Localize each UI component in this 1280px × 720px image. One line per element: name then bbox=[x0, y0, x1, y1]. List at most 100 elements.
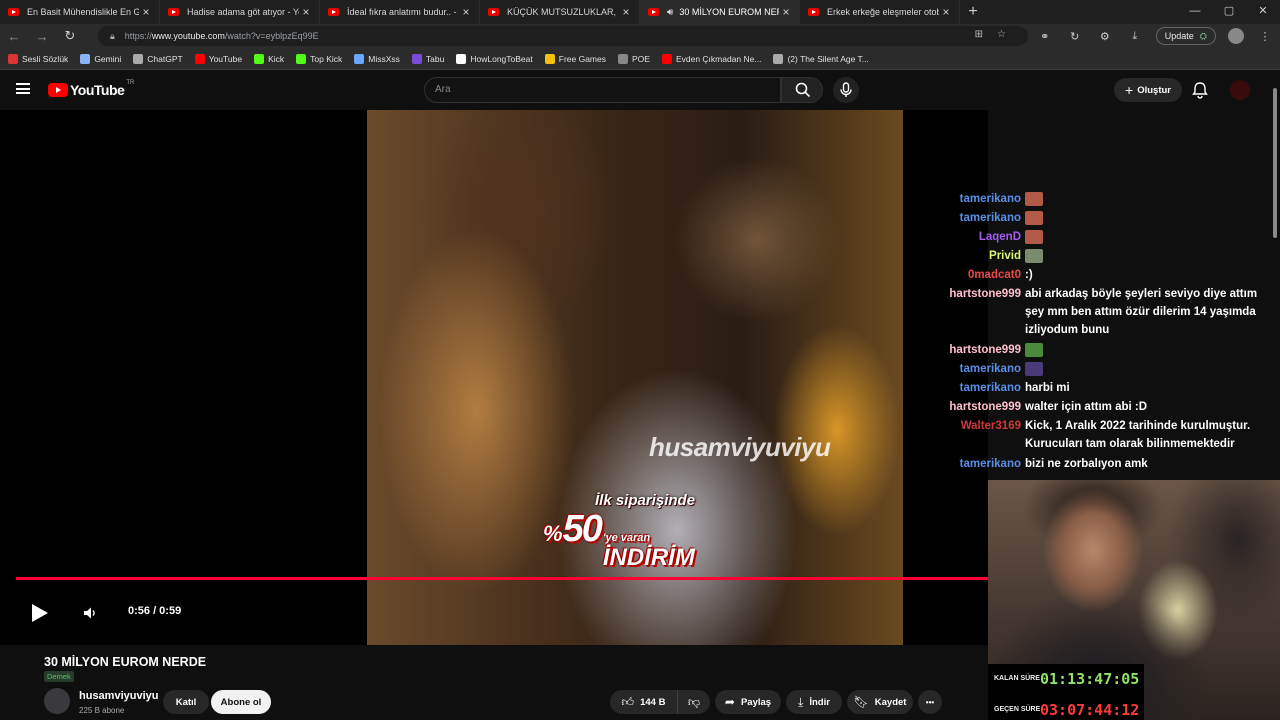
create-label: Oluştur bbox=[1137, 84, 1171, 96]
youtube-favicon-icon bbox=[808, 8, 819, 16]
bookmark-label: POE bbox=[632, 53, 650, 64]
notifications-bell-icon[interactable] bbox=[1190, 80, 1210, 100]
bookmark-label: ChatGPT bbox=[147, 53, 183, 64]
minimize-button[interactable]: — bbox=[1178, 0, 1212, 24]
youtube-favicon-icon bbox=[648, 8, 659, 16]
bookmark-label: Gemini bbox=[94, 53, 122, 64]
browser-tab[interactable]: En Basit Mühendislikle En Güvenli× bbox=[0, 0, 160, 24]
bookmark-item[interactable]: Gemini bbox=[80, 53, 122, 64]
share-button[interactable]: ➦ Paylaş bbox=[715, 690, 781, 714]
stream-timer: KALAN SÜRE 01:13:47:05 GEÇEN SÜRE 03:07:… bbox=[988, 664, 1144, 720]
volume-icon[interactable] bbox=[82, 605, 98, 621]
browser-tab[interactable]: 🔊︎ 30 MİLYON EUROM NERDE× bbox=[640, 0, 800, 24]
download-button[interactable]: ⤓ İndir bbox=[786, 690, 842, 714]
channel-name[interactable]: husamviyuviyu bbox=[79, 690, 158, 702]
pc-icon: ⛭ bbox=[1199, 30, 1207, 41]
browser-toolbar: ← → ↻ 🔒︎ https://www.youtube.com/watch?v… bbox=[0, 24, 1280, 48]
more-actions-button[interactable]: ••• bbox=[918, 690, 942, 714]
glasses-icon[interactable]: ⚭ bbox=[1030, 30, 1060, 43]
reload-icon[interactable]: ↻ bbox=[56, 28, 84, 44]
promo-suffix-small: 'ye varan bbox=[602, 532, 651, 544]
video-tag[interactable]: Demek bbox=[44, 671, 74, 682]
star-icon[interactable]: ☆ bbox=[997, 29, 1020, 40]
search-input[interactable]: Ara bbox=[424, 77, 781, 103]
account-avatar[interactable] bbox=[1230, 80, 1250, 100]
bookmark-label: (2) The Silent Age T... bbox=[787, 53, 869, 64]
back-icon[interactable]: ← bbox=[0, 29, 28, 44]
browser-tab[interactable]: İdeal fıkra anlatımı budur.. - YouTube× bbox=[320, 0, 480, 24]
create-button[interactable]: + Oluştur bbox=[1114, 78, 1182, 102]
video-player[interactable]: husamviyuviyu İlk siparişinde % 50 'ye v… bbox=[0, 110, 988, 645]
bookmark-item[interactable]: MissXss bbox=[354, 53, 400, 64]
browser-tab[interactable]: KÜÇÜK MUTSUZLUKLAR, ÇALMA× bbox=[480, 0, 640, 24]
close-tab-icon[interactable]: × bbox=[779, 5, 793, 19]
chat-username: hartstone999 bbox=[949, 401, 1021, 413]
profile-avatar[interactable] bbox=[1228, 28, 1244, 44]
bookmark-item[interactable]: Top Kick bbox=[296, 53, 342, 64]
browser-tab[interactable]: Hadise adama göt atıyor - YouTube× bbox=[160, 0, 320, 24]
like-button[interactable]: 👍︎ 144 B bbox=[610, 690, 678, 714]
extensions-icon[interactable]: ⚙ bbox=[1090, 30, 1120, 43]
elapsed-label: GEÇEN SÜRE bbox=[994, 706, 1041, 713]
bookmark-item[interactable]: Evden Çıkmadan Ne... bbox=[661, 53, 761, 64]
update-button[interactable]: Update ⛭ bbox=[1155, 27, 1216, 45]
chat-username: LaqenD bbox=[978, 231, 1021, 243]
browser-tab[interactable]: Erkek erkeğe eleşmeler otobüste× bbox=[800, 0, 960, 24]
bookmark-favicon-icon bbox=[618, 53, 628, 64]
tab-title: En Basit Mühendislikle En Güvenli bbox=[27, 7, 139, 17]
plus-icon: + bbox=[1125, 82, 1134, 98]
play-button[interactable] bbox=[32, 604, 48, 622]
thumbs-down-icon: 👎︎ bbox=[687, 694, 701, 709]
chat-username: tamerikano bbox=[959, 212, 1021, 224]
close-tab-icon[interactable]: × bbox=[299, 5, 313, 19]
bookmark-item[interactable]: Tabu bbox=[411, 53, 444, 64]
close-tab-icon[interactable]: × bbox=[139, 5, 153, 19]
bookmark-item[interactable]: HowLongToBeat bbox=[456, 53, 533, 64]
hamburger-menu-icon[interactable] bbox=[16, 83, 30, 94]
subscribe-button[interactable]: Abone ol bbox=[211, 690, 271, 714]
close-tab-icon[interactable]: × bbox=[939, 5, 953, 19]
app-icon[interactable]: ⊞ bbox=[975, 29, 997, 40]
bookmark-label: Sesli Sözlük bbox=[22, 53, 69, 64]
download-icon[interactable]: ⤓ bbox=[1120, 30, 1150, 43]
chat-emote-icon bbox=[1025, 229, 1043, 244]
search-icon bbox=[795, 82, 811, 98]
close-window-button[interactable]: ✕ bbox=[1246, 0, 1280, 24]
dislike-button[interactable]: 👎︎ bbox=[678, 690, 710, 714]
save-button[interactable]: 🔖︎ Kaydet bbox=[847, 690, 913, 714]
bookmark-item[interactable]: (2) The Silent Age T... bbox=[773, 53, 869, 64]
tab-title: İdeal fıkra anlatımı budur.. - YouTube bbox=[347, 7, 459, 17]
sync-icon[interactable]: ↻ bbox=[1060, 30, 1090, 43]
chat-username: tamerikano bbox=[959, 458, 1021, 470]
bookmark-item[interactable]: Free Games bbox=[544, 53, 606, 64]
kebab-menu-icon[interactable]: ⋮ bbox=[1250, 30, 1280, 43]
bookmark-item[interactable]: ChatGPT bbox=[133, 53, 183, 64]
chat-text: walter için attım abi :D bbox=[1025, 398, 1265, 416]
video-frame[interactable]: husamviyuviyu İlk siparişinde % 50 'ye v… bbox=[367, 110, 903, 645]
chat-message-text: bizi ne zorbalıyon amk bbox=[1025, 458, 1148, 470]
chat-message-text: Kick, 1 Aralık 2022 tarihinde kurulmuştu… bbox=[1025, 420, 1251, 450]
bookmark-item[interactable]: POE bbox=[618, 53, 650, 64]
bookmark-item[interactable]: Sesli Sözlük bbox=[8, 53, 69, 64]
bookmark-favicon-icon bbox=[80, 53, 91, 64]
address-bar[interactable]: 🔒︎ https://www.youtube.com/watch?v=eyblp… bbox=[98, 26, 1028, 46]
browser-tab-strip: En Basit Mühendislikle En Güvenli×Hadise… bbox=[0, 0, 1280, 24]
forward-icon[interactable]: → bbox=[28, 29, 56, 44]
progress-bar[interactable] bbox=[16, 577, 988, 580]
maximize-button[interactable]: ▢ bbox=[1212, 0, 1246, 24]
close-tab-icon[interactable]: × bbox=[619, 5, 633, 19]
bookmark-item[interactable]: YouTube bbox=[194, 53, 242, 64]
chat-username: hartstone999 bbox=[949, 288, 1021, 300]
voice-search-button[interactable] bbox=[833, 77, 859, 103]
chat-text bbox=[1025, 360, 1265, 378]
speaker-icon[interactable]: 🔊︎ bbox=[667, 7, 673, 18]
bookmark-item[interactable]: Kick bbox=[254, 53, 284, 64]
join-button[interactable]: Katıl bbox=[163, 690, 209, 714]
channel-watermark: husamviyuviyu bbox=[649, 432, 831, 462]
youtube-logo[interactable]: YouTube TR bbox=[48, 80, 134, 98]
channel-avatar[interactable] bbox=[44, 688, 70, 714]
close-tab-icon[interactable]: × bbox=[459, 5, 473, 19]
new-tab-button[interactable]: + bbox=[960, 0, 986, 24]
bookmark-favicon-icon bbox=[296, 53, 307, 64]
search-button[interactable] bbox=[781, 77, 823, 103]
